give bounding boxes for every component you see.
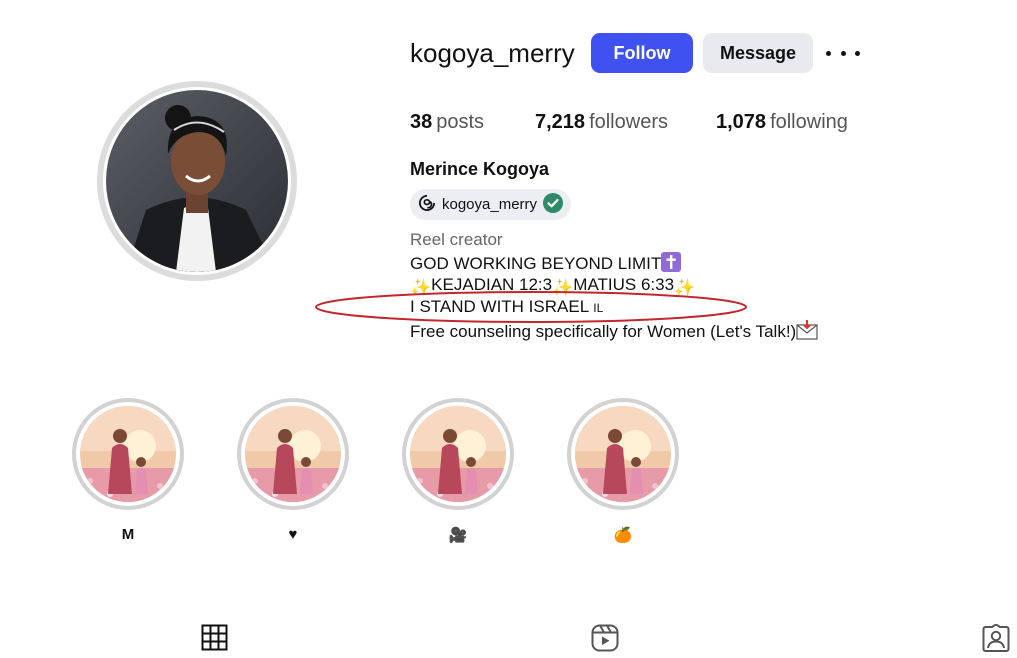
highlight-cover bbox=[245, 406, 341, 502]
bio-line-2: ✨KEJADIAN 12:3✨MATIUS 6:33✨ bbox=[410, 275, 695, 298]
followers-number: 7,218 bbox=[535, 111, 586, 133]
envelope-with-arrow-emoji bbox=[796, 320, 818, 345]
tagged-icon bbox=[982, 623, 1010, 652]
highlight-border bbox=[571, 402, 675, 506]
bio-line-3: I STAND WITH ISRAEL IL bbox=[410, 297, 603, 317]
profile-avatar[interactable] bbox=[97, 81, 297, 281]
tab-reels[interactable] bbox=[591, 624, 619, 657]
reels-icon bbox=[591, 624, 619, 652]
profile-username: kogoya_merry bbox=[410, 38, 575, 68]
story-highlight[interactable]: 🎥 bbox=[402, 398, 514, 546]
sparkles-emoji: ✨ bbox=[552, 278, 574, 297]
sparkles-emoji: ✨ bbox=[674, 278, 696, 297]
following-label: following bbox=[770, 111, 848, 133]
highlight-border bbox=[241, 402, 345, 506]
verified-check-icon bbox=[543, 192, 564, 217]
highlight-label: M bbox=[121, 526, 135, 543]
bio-line-4: Free counseling specifically for Women (… bbox=[410, 320, 818, 345]
story-highlight[interactable]: ♥ bbox=[237, 398, 349, 546]
following-number: 1,078 bbox=[716, 111, 767, 133]
highlight-cover bbox=[80, 406, 176, 502]
threads-badge-link[interactable]: kogoya_merry bbox=[410, 189, 572, 220]
avatar-border bbox=[103, 87, 291, 275]
highlight-border bbox=[76, 402, 180, 506]
posts-number: 38 bbox=[410, 111, 433, 133]
highlight-label: 🎥 bbox=[448, 527, 468, 544]
bio-line-2-part-2: MATIUS 6:33 bbox=[573, 275, 675, 294]
bio-line-4-text: Free counseling specifically for Women (… bbox=[410, 322, 797, 341]
posts-count: 38 posts bbox=[410, 111, 484, 134]
tab-tagged[interactable] bbox=[982, 623, 1010, 657]
following-link[interactable]: 1,078 following bbox=[716, 111, 848, 134]
message-button[interactable]: Message bbox=[703, 33, 813, 73]
highlight-label: 🍊 bbox=[613, 527, 633, 544]
highlight-ring bbox=[72, 398, 184, 510]
story-highlight[interactable]: 🍊 bbox=[567, 398, 679, 546]
highlight-ring bbox=[237, 398, 349, 510]
bio-line-1: GOD WORKING BEYOND LIMIT bbox=[410, 252, 682, 277]
dot bbox=[855, 50, 860, 56]
profile-full-name: Merince Kogoya bbox=[410, 159, 550, 179]
highlight-label: ♥ bbox=[288, 526, 298, 543]
dot bbox=[826, 50, 831, 56]
highlight-cover bbox=[410, 406, 506, 502]
highlight-ring bbox=[402, 398, 514, 510]
highlight-border bbox=[406, 402, 510, 506]
bio-line-2-part-1: KEJADIAN 12:3 bbox=[431, 275, 553, 294]
grid-posts-icon bbox=[201, 624, 228, 651]
latin-cross-emoji bbox=[661, 252, 682, 277]
threads-icon bbox=[418, 194, 436, 216]
tab-posts[interactable] bbox=[201, 624, 228, 656]
profile-category: Reel creator bbox=[410, 230, 503, 249]
avatar-photo bbox=[106, 90, 288, 272]
more-options-icon[interactable] bbox=[826, 42, 860, 64]
followers-label: followers bbox=[589, 111, 668, 133]
highlight-ring bbox=[567, 398, 679, 510]
posts-label: posts bbox=[436, 111, 485, 133]
dot bbox=[840, 50, 846, 56]
highlight-cover bbox=[575, 406, 671, 502]
sparkles-emoji: ✨ bbox=[410, 278, 432, 297]
bio-line-1-text: GOD WORKING BEYOND LIMIT bbox=[410, 254, 662, 273]
israel-flag-code: IL bbox=[593, 301, 604, 315]
bio-line-3-text: I STAND WITH ISRAEL bbox=[410, 297, 589, 316]
follow-button[interactable]: Follow bbox=[591, 33, 693, 73]
followers-link[interactable]: 7,218 followers bbox=[535, 111, 668, 134]
story-highlight[interactable]: M bbox=[72, 398, 184, 546]
threads-handle: kogoya_merry bbox=[442, 196, 538, 213]
